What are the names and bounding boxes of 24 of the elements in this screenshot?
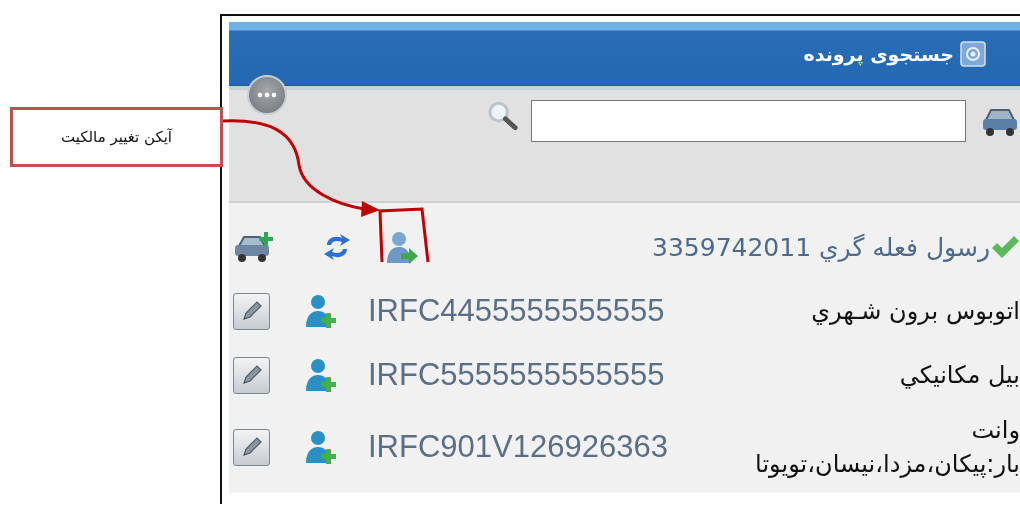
car-add-icon[interactable] <box>233 230 273 264</box>
edit-button[interactable] <box>233 428 270 466</box>
search-field[interactable] <box>531 100 966 142</box>
vehicle-name: وانت <box>971 415 1020 446</box>
vehicle-code[interactable]: IRFC901V126926363 <box>368 429 668 465</box>
owner-name: رسول فعله گري 3359742011 <box>652 232 990 262</box>
ellipsis-icon <box>257 92 277 98</box>
vehicle-name: بار:پيكان،مزدا،نيسان،تويوتا <box>755 449 1020 480</box>
highlight-bracket <box>378 207 430 263</box>
user-transfer-icon[interactable] <box>385 229 419 265</box>
user-add-icon[interactable] <box>305 293 337 329</box>
vehicle-code[interactable]: IRFC4455555555555 <box>368 293 665 329</box>
gear-icon <box>958 39 988 69</box>
vehicle-name: اتوبوس برون شـهري <box>811 296 1020 327</box>
vehicle-name: بيل مكانيكي <box>899 360 1020 391</box>
user-add-icon[interactable] <box>305 429 337 465</box>
vehicle-code[interactable]: IRFC5555555555555 <box>368 357 665 393</box>
search-icon[interactable] <box>487 100 519 132</box>
check-icon <box>990 234 1020 260</box>
user-add-icon[interactable] <box>305 357 337 393</box>
callout-text: آیکن تغییر مالکیت <box>60 128 172 146</box>
panel-title: جستجوی پرونده <box>803 43 954 65</box>
edit-button[interactable] <box>233 356 270 394</box>
edit-button[interactable] <box>233 292 270 330</box>
